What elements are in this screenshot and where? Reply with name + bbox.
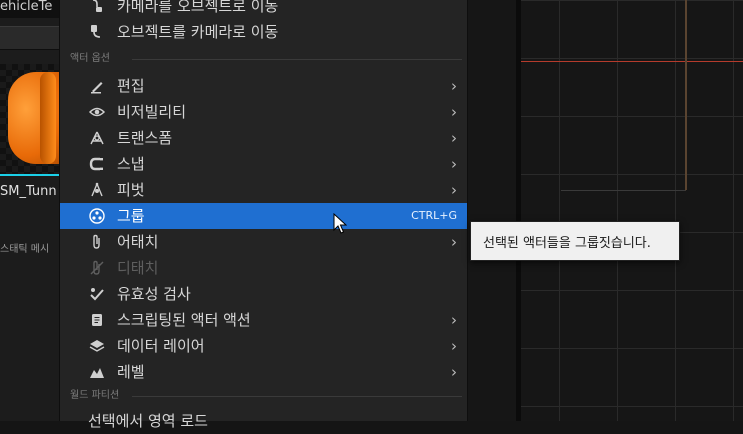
- content-browser-panel: ehicleTe SM_Tunn 스태틱 메시: [0, 0, 60, 421]
- menu-item-label: 편집: [117, 77, 145, 95]
- submenu-arrow-icon: ›: [451, 77, 457, 95]
- menu-item-transform[interactable]: 트랜스폼 ›: [60, 125, 467, 151]
- menu-item-label: 그룹: [117, 207, 145, 225]
- camera-to-object-icon: [88, 0, 106, 15]
- menu-item-label: 선택에서 영역 로드: [88, 412, 208, 430]
- section-divider: [132, 59, 462, 60]
- menu-item-data-layers[interactable]: 데이터 레이어 ›: [60, 333, 467, 359]
- section-title: 월드 파티션: [70, 390, 120, 401]
- context-menu: 카메라를 오브젝트로 이동 오브젝트를 카메라로 이동 액터 옵션 편집 › 비…: [59, 0, 468, 430]
- menu-item-snap[interactable]: 스냅 ›: [60, 151, 467, 177]
- submenu-arrow-icon: ›: [451, 103, 457, 121]
- submenu-arrow-icon: ›: [451, 337, 457, 355]
- detach-icon: [88, 259, 106, 277]
- menu-item-validate[interactable]: 유효성 검사: [60, 281, 467, 307]
- menu-item-object-to-camera[interactable]: 오브젝트를 카메라로 이동: [60, 19, 467, 45]
- menu-item-label: 데이터 레이어: [117, 337, 205, 355]
- mouse-cursor-icon: [333, 212, 348, 235]
- visibility-icon: [88, 103, 106, 121]
- menu-item-label: 스크립팅된 액터 액션: [117, 311, 251, 329]
- transform-icon: [88, 129, 106, 147]
- menu-item-label: 카메라를 오브젝트로 이동: [117, 0, 279, 15]
- viewport-object-outline: [561, 0, 686, 191]
- content-browser-search-bar[interactable]: [0, 26, 60, 50]
- asset-thumbnail-edge: [40, 72, 56, 164]
- menu-item-camera-to-object[interactable]: 카메라를 오브젝트로 이동: [60, 0, 467, 19]
- menu-item-label: 트랜스폼: [117, 129, 173, 147]
- menu-item-shortcut: CTRL+G: [411, 209, 457, 222]
- pivot-icon: [88, 181, 106, 199]
- menu-item-label: 어태치: [117, 233, 159, 251]
- validate-icon: [88, 285, 106, 303]
- menu-item-label: 레벨: [117, 363, 145, 381]
- menu-item-label: 비저빌리티: [117, 103, 187, 121]
- script-icon: [88, 311, 106, 329]
- menu-item-attach[interactable]: 어태치 ›: [60, 229, 467, 255]
- section-title: 액터 옵션: [70, 53, 110, 64]
- layers-icon: [88, 337, 106, 355]
- asset-type-color-bar: [0, 174, 60, 176]
- menu-item-pivot[interactable]: 피벗 ›: [60, 177, 467, 203]
- asset-name: SM_Tunn: [0, 184, 57, 199]
- asset-type: 스태틱 메시: [0, 244, 50, 255]
- snap-icon: [88, 155, 106, 173]
- level-icon: [88, 363, 106, 381]
- submenu-arrow-icon: ›: [451, 363, 457, 381]
- section-header-actor-options: 액터 옵션: [70, 51, 462, 67]
- menu-item-scripted-actions[interactable]: 스크립팅된 액터 액션 ›: [60, 307, 467, 333]
- menu-item-edit[interactable]: 편집 ›: [60, 73, 467, 99]
- asset-thumbnail[interactable]: [0, 64, 60, 174]
- content-browser-title: ehicleTe: [0, 0, 60, 18]
- group-icon: [88, 207, 106, 225]
- menu-item-label: 스냅: [117, 155, 145, 173]
- section-header-world-partition: 월드 파티션: [70, 388, 462, 404]
- submenu-arrow-icon: ›: [451, 311, 457, 329]
- menu-item-detach: 디태치: [60, 255, 467, 281]
- menu-item-label: 피벗: [117, 181, 145, 199]
- menu-item-label: 유효성 검사: [117, 285, 191, 303]
- submenu-arrow-icon: ›: [451, 155, 457, 173]
- edit-icon: [88, 77, 106, 95]
- viewport-object-edge: [685, 0, 687, 190]
- menu-item-group[interactable]: 그룹 CTRL+G: [60, 203, 467, 229]
- submenu-arrow-icon: ›: [451, 233, 457, 251]
- submenu-arrow-icon: ›: [451, 129, 457, 147]
- submenu-arrow-icon: ›: [451, 181, 457, 199]
- object-to-camera-icon: [88, 23, 106, 41]
- menu-item-load-region[interactable]: 선택에서 영역 로드: [60, 408, 467, 434]
- menu-item-visibility[interactable]: 비저빌리티 ›: [60, 99, 467, 125]
- section-divider: [132, 396, 462, 397]
- menu-item-label: 디태치: [117, 259, 159, 277]
- menu-item-label: 오브젝트를 카메라로 이동: [117, 23, 279, 41]
- tooltip: 선택된 액터들을 그룹짓습니다.: [470, 221, 680, 261]
- tooltip-text: 선택된 액터들을 그룹짓습니다.: [483, 236, 651, 251]
- menu-item-level[interactable]: 레벨 ›: [60, 359, 467, 385]
- attach-icon: [88, 233, 106, 251]
- level-viewport[interactable]: [466, 0, 743, 421]
